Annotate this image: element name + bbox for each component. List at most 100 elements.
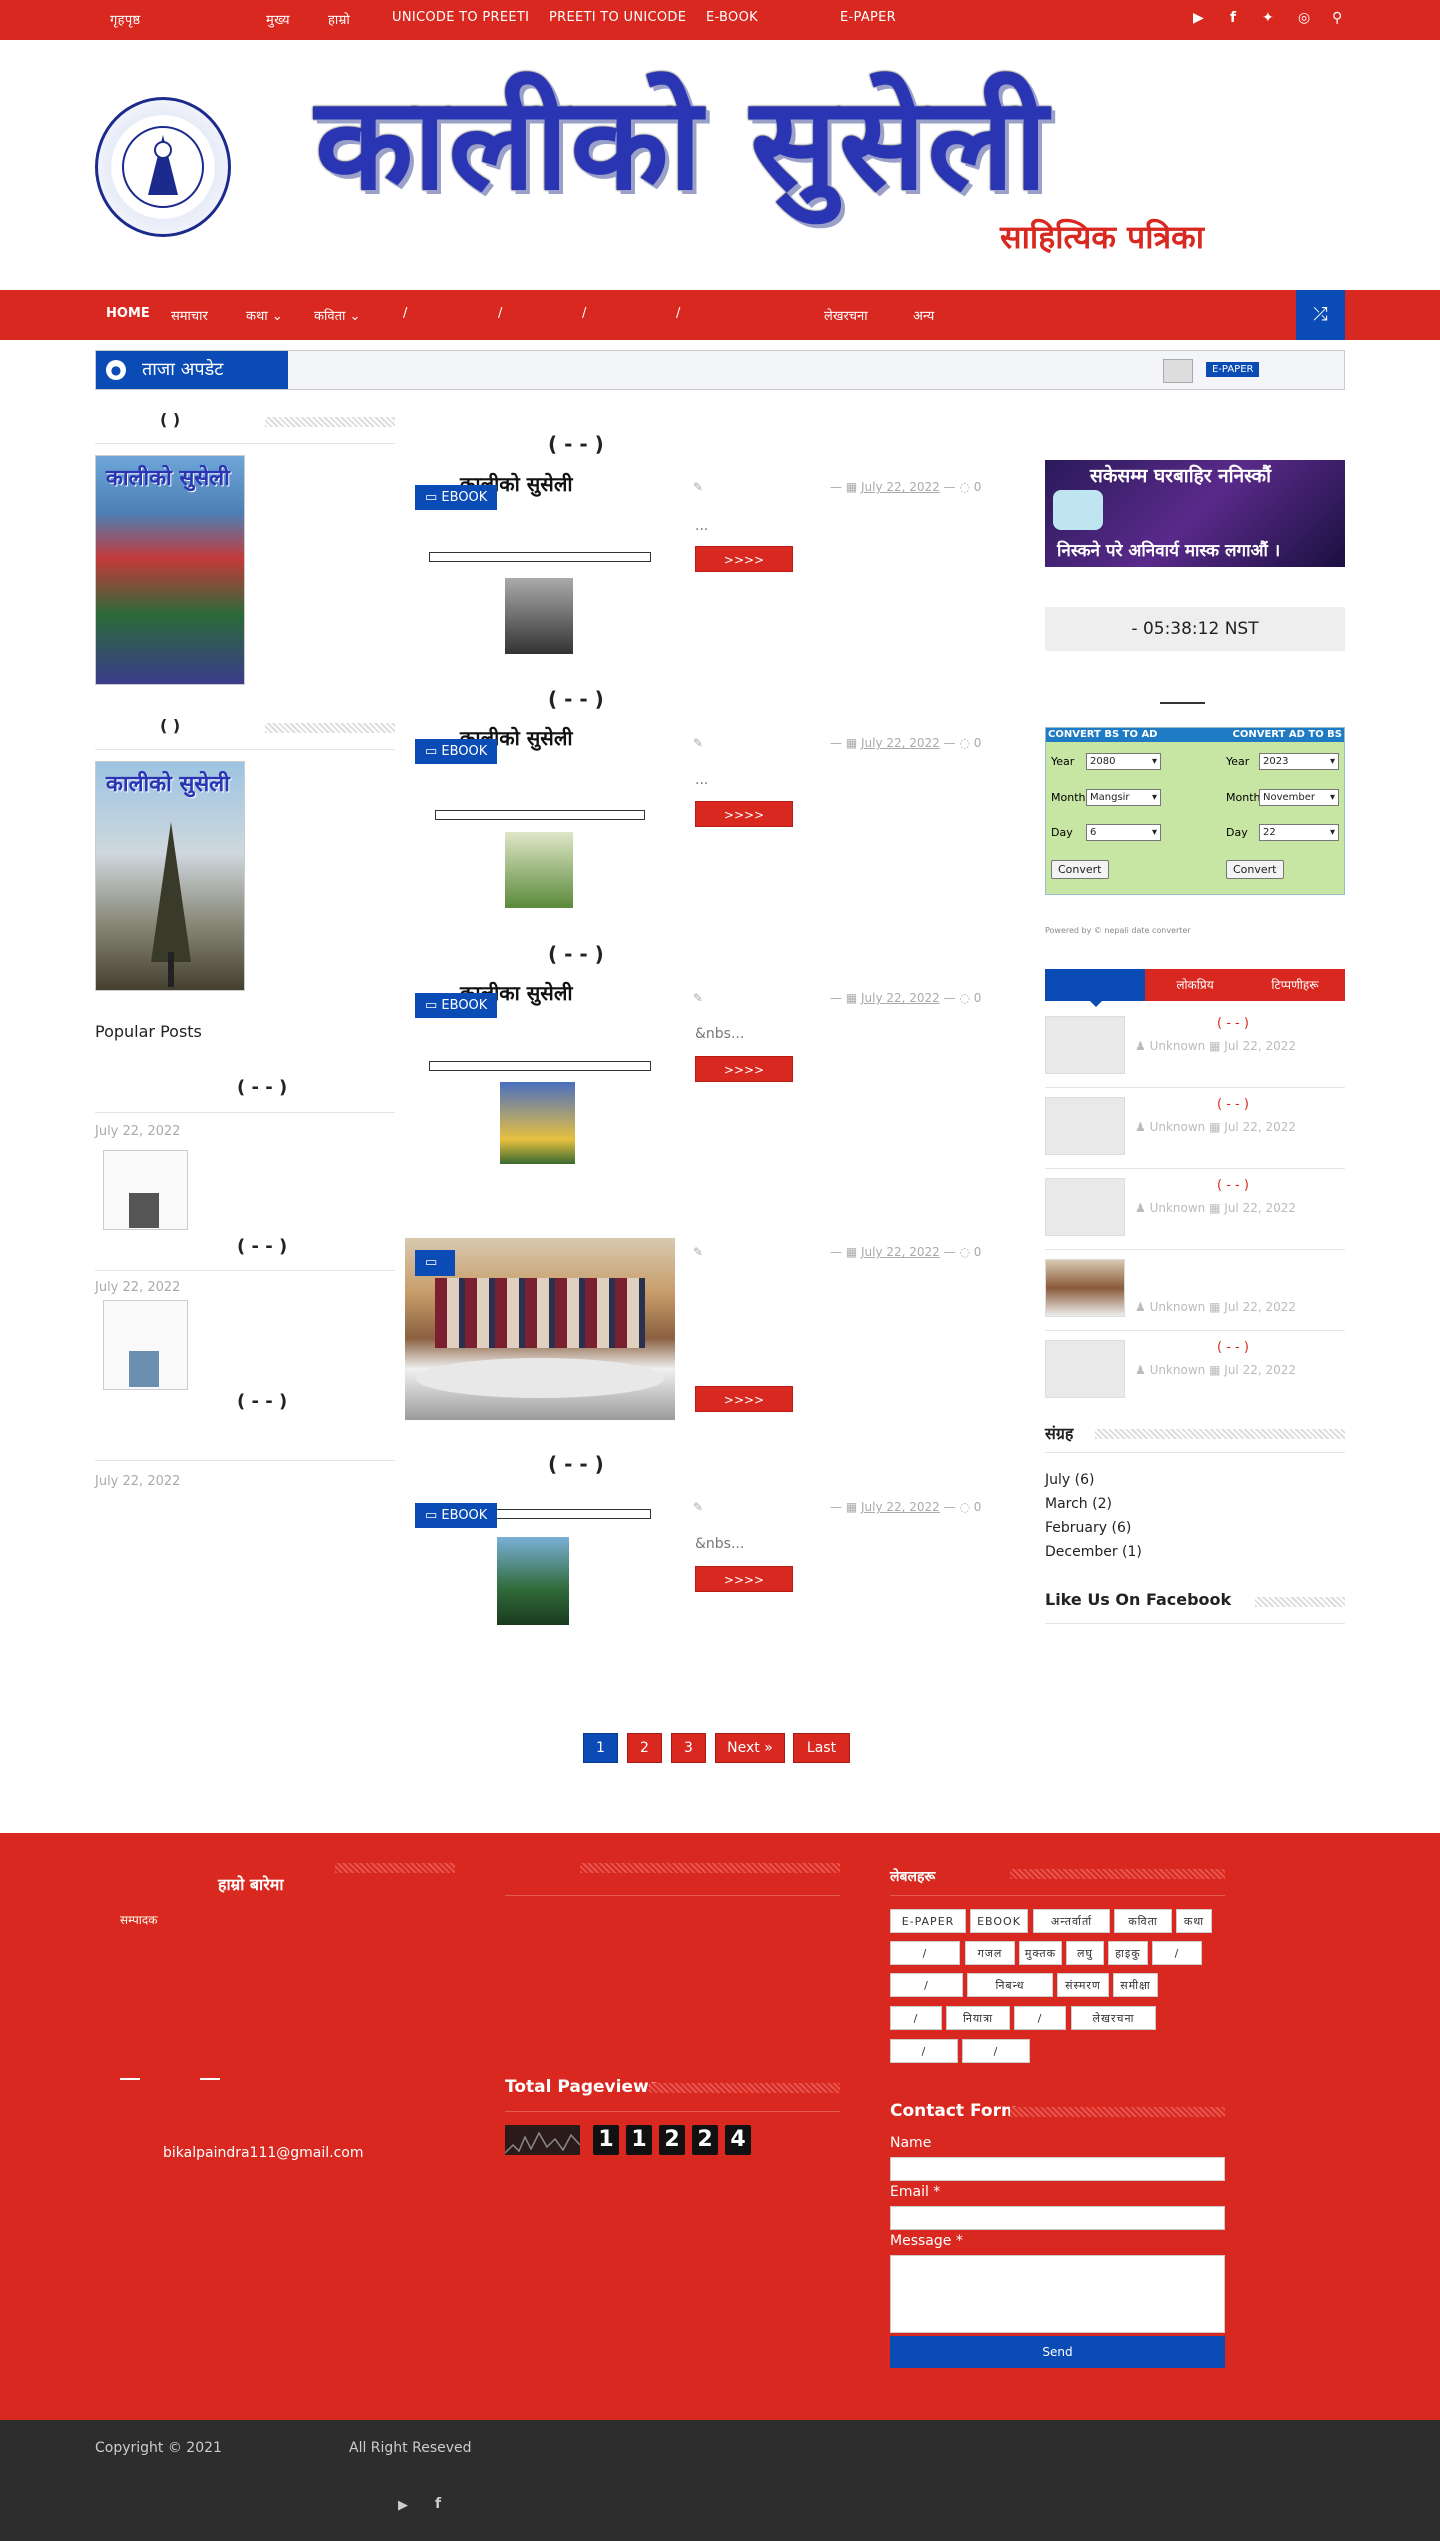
label-tag[interactable]: लघु bbox=[1066, 1941, 1104, 1965]
youtube-icon[interactable]: ▶ bbox=[398, 2498, 408, 2513]
ad-month-select[interactable]: November ▾ bbox=[1259, 789, 1339, 806]
search-icon[interactable]: ⚲ bbox=[1332, 10, 1342, 26]
popular-post-thumbnail[interactable] bbox=[103, 1150, 188, 1230]
label-tag[interactable]: समीक्षा bbox=[1113, 1973, 1158, 1997]
archive-item[interactable]: March (2) bbox=[1045, 1492, 1142, 1516]
footer-email[interactable]: bikalpaindra111@gmail.com bbox=[163, 2145, 364, 2161]
edit-icon[interactable]: ✎ bbox=[693, 736, 703, 750]
menu-item[interactable]: / bbox=[676, 306, 680, 321]
read-more-button[interactable]: >>>> bbox=[695, 1386, 793, 1412]
label-tag[interactable]: E-PAPER bbox=[890, 1909, 966, 1933]
label-tag[interactable]: मुक्तक bbox=[1019, 1941, 1062, 1965]
top-nav-preeti-to-unicode[interactable]: PREETI TO UNICODE bbox=[549, 10, 686, 25]
edit-icon[interactable]: ✎ bbox=[693, 1245, 703, 1259]
last-page-button[interactable]: Last bbox=[793, 1733, 850, 1763]
post-category-badge[interactable]: ▭ EBOOK bbox=[415, 739, 498, 764]
site-title[interactable]: कालीको सुसेली bbox=[315, 80, 1049, 208]
menu-home[interactable]: HOME bbox=[106, 306, 150, 321]
menu-item[interactable]: / bbox=[498, 306, 502, 321]
converter-credit[interactable]: Powered by © nepali date converter bbox=[1045, 926, 1191, 935]
top-home-link[interactable]: गृहपृष्ठ bbox=[110, 10, 140, 28]
popular-post-thumbnail[interactable] bbox=[103, 1300, 188, 1390]
ad-year-select[interactable]: 2023 ▾ bbox=[1259, 753, 1339, 770]
label-tag[interactable]: / bbox=[962, 2039, 1030, 2063]
menu-item[interactable]: लेखरचना bbox=[824, 306, 868, 324]
label-tag[interactable]: कविता bbox=[1114, 1909, 1172, 1933]
top-nav-epaper[interactable]: E-PAPER bbox=[840, 10, 896, 25]
top-nav-item[interactable]: मुख्य bbox=[266, 10, 290, 28]
bs-month-select[interactable]: Mangsir ▾ bbox=[1086, 789, 1161, 806]
send-button[interactable]: Send bbox=[890, 2336, 1225, 2368]
facebook-icon[interactable]: f bbox=[435, 2496, 441, 2512]
label-tag[interactable]: अन्तर्वार्ता bbox=[1033, 1909, 1110, 1933]
page-3-button[interactable]: 3 bbox=[671, 1733, 706, 1763]
instagram-icon[interactable]: ◎ bbox=[1298, 10, 1310, 26]
convert-ad-to-bs-button[interactable]: Convert bbox=[1226, 860, 1284, 879]
ticker-badge[interactable]: E-PAPER bbox=[1206, 362, 1260, 377]
archive-item[interactable]: February (6) bbox=[1045, 1516, 1142, 1540]
read-more-button[interactable]: >>>> bbox=[695, 1566, 793, 1592]
label-tag[interactable]: कथा bbox=[1176, 1909, 1212, 1933]
ad-day-select[interactable]: 22 ▾ bbox=[1259, 824, 1339, 841]
label-tag[interactable]: / bbox=[1014, 2006, 1066, 2030]
twitter-icon[interactable]: ✦ bbox=[1262, 10, 1274, 26]
archive-item[interactable]: December (1) bbox=[1045, 1540, 1142, 1564]
youtube-icon[interactable]: ▶ bbox=[1193, 10, 1204, 26]
tab-popular[interactable]: लोकप्रिय bbox=[1145, 969, 1245, 1001]
menu-item-dropdown[interactable]: कथा ⌄ bbox=[246, 306, 283, 324]
archive-item[interactable]: July (6) bbox=[1045, 1468, 1142, 1492]
label-tag[interactable]: / bbox=[890, 2039, 958, 2063]
popular-post-title[interactable]: ( - - ) bbox=[237, 1236, 287, 1257]
ticker-thumbnail[interactable] bbox=[1163, 359, 1193, 383]
facebook-icon[interactable]: f bbox=[1230, 10, 1236, 26]
edit-icon[interactable]: ✎ bbox=[693, 480, 703, 494]
popular-post-title[interactable]: ( - - ) bbox=[237, 1391, 287, 1412]
read-more-button[interactable]: >>>> bbox=[695, 1056, 793, 1082]
post-title[interactable]: ( - - ) bbox=[548, 432, 604, 456]
email-input[interactable] bbox=[890, 2206, 1225, 2230]
menu-item[interactable]: अन्य bbox=[913, 306, 934, 324]
label-tag[interactable]: लेखरचना bbox=[1071, 2006, 1156, 2030]
label-tag[interactable]: गजल bbox=[965, 1941, 1015, 1965]
post-category-badge[interactable]: ▭ EBOOK bbox=[415, 485, 498, 510]
post-category-badge[interactable]: ▭ bbox=[415, 1250, 455, 1276]
edit-icon[interactable]: ✎ bbox=[693, 1500, 703, 1514]
recent-post-title[interactable]: ( - - ) bbox=[1217, 1097, 1249, 1112]
label-tag[interactable]: / bbox=[1152, 1941, 1202, 1965]
top-nav-unicode-to-preeti[interactable]: UNICODE TO PREETI bbox=[392, 10, 529, 25]
post-category-badge[interactable]: ▭ EBOOK bbox=[415, 1503, 498, 1528]
post-category-badge[interactable]: ▭ EBOOK bbox=[415, 993, 498, 1018]
label-tag[interactable]: / bbox=[890, 1973, 963, 1997]
label-tag[interactable]: हाइकु bbox=[1108, 1941, 1148, 1965]
post-title[interactable]: ( - - ) bbox=[548, 942, 604, 966]
site-logo[interactable] bbox=[95, 97, 231, 237]
read-more-button[interactable]: >>>> bbox=[695, 546, 793, 572]
popular-post-title[interactable]: ( - - ) bbox=[237, 1077, 287, 1098]
menu-item-dropdown[interactable]: कविता ⌄ bbox=[314, 306, 360, 324]
convert-bs-to-ad-button[interactable]: Convert bbox=[1051, 860, 1109, 879]
label-tag[interactable]: नियात्रा bbox=[946, 2006, 1010, 2030]
menu-item[interactable]: / bbox=[582, 306, 586, 321]
edit-icon[interactable]: ✎ bbox=[693, 991, 703, 1005]
magazine-cover-image[interactable]: कालीको सुसेली bbox=[95, 761, 245, 991]
page-2-button[interactable]: 2 bbox=[627, 1733, 662, 1763]
label-tag[interactable]: संस्मरण bbox=[1057, 1973, 1109, 1997]
label-tag[interactable]: / bbox=[890, 2006, 942, 2030]
message-textarea[interactable] bbox=[890, 2255, 1225, 2333]
next-page-button[interactable]: Next » bbox=[715, 1733, 785, 1763]
recent-post-title[interactable]: ( - - ) bbox=[1217, 1340, 1249, 1355]
magazine-cover-image[interactable]: कालीको सुसेली bbox=[95, 455, 245, 685]
menu-item[interactable]: समाचार bbox=[171, 306, 208, 324]
bs-day-select[interactable]: 6 ▾ bbox=[1086, 824, 1161, 841]
menu-item[interactable]: / bbox=[403, 306, 407, 321]
recent-post-title[interactable]: ( - - ) bbox=[1217, 1178, 1249, 1193]
page-1-button[interactable]: 1 bbox=[583, 1733, 618, 1763]
label-tag[interactable]: निबन्ध bbox=[967, 1973, 1053, 1997]
post-title[interactable]: ( - - ) bbox=[548, 687, 604, 711]
top-nav-ebook[interactable]: E-BOOK bbox=[706, 10, 758, 25]
post-title[interactable]: ( - - ) bbox=[548, 1452, 604, 1476]
random-post-button[interactable]: ⤮ bbox=[1296, 290, 1345, 340]
label-tag[interactable]: EBOOK bbox=[970, 1909, 1028, 1933]
recent-post-title[interactable]: ( - - ) bbox=[1217, 1016, 1249, 1031]
read-more-button[interactable]: >>>> bbox=[695, 801, 793, 827]
